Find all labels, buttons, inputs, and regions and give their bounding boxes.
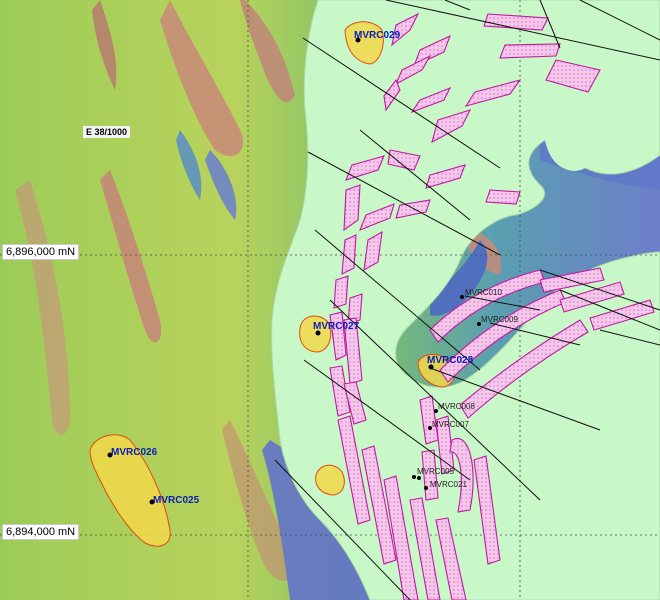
drill-collar-icon xyxy=(412,475,416,479)
drill-collar-icon xyxy=(417,476,421,480)
drill-hole-label-mvrc008: MVRC008 xyxy=(438,402,475,411)
drill-hole-label-mvrc021: MVRC021 xyxy=(430,480,467,489)
drill-hole-label-mvrc028: MVRC028 xyxy=(427,355,474,366)
drill-hole-label-mvrc026: MVRC026 xyxy=(111,447,158,458)
tenement-label: E 38/1000 xyxy=(83,126,131,138)
map-canvas xyxy=(0,0,660,600)
drill-hole-label-mvrc007: MVRC007 xyxy=(432,420,469,429)
drill-hole-label-mvrc025: MVRC025 xyxy=(153,495,200,506)
northing-label-6896000: 6,896,000 mN xyxy=(2,244,80,260)
drill-hole-label-mvrc010: MVRC010 xyxy=(465,288,502,297)
drill-hole-label-mvrc029: MVRC029 xyxy=(354,30,401,41)
drill-hole-label-mvrc005: MVRC005 xyxy=(417,467,454,476)
drill-hole-label-mvrc027: MVRC027 xyxy=(313,321,360,332)
drill-collar-icon xyxy=(460,295,464,299)
northing-label-6894000: 6,894,000 mN xyxy=(2,524,80,540)
drill-collar-icon xyxy=(424,486,428,490)
drill-hole-label-mvrc009: MVRC009 xyxy=(481,315,518,324)
geology-map: E 38/1000 6,896,000 mN 6,894,000 mN MVRC… xyxy=(0,0,660,600)
